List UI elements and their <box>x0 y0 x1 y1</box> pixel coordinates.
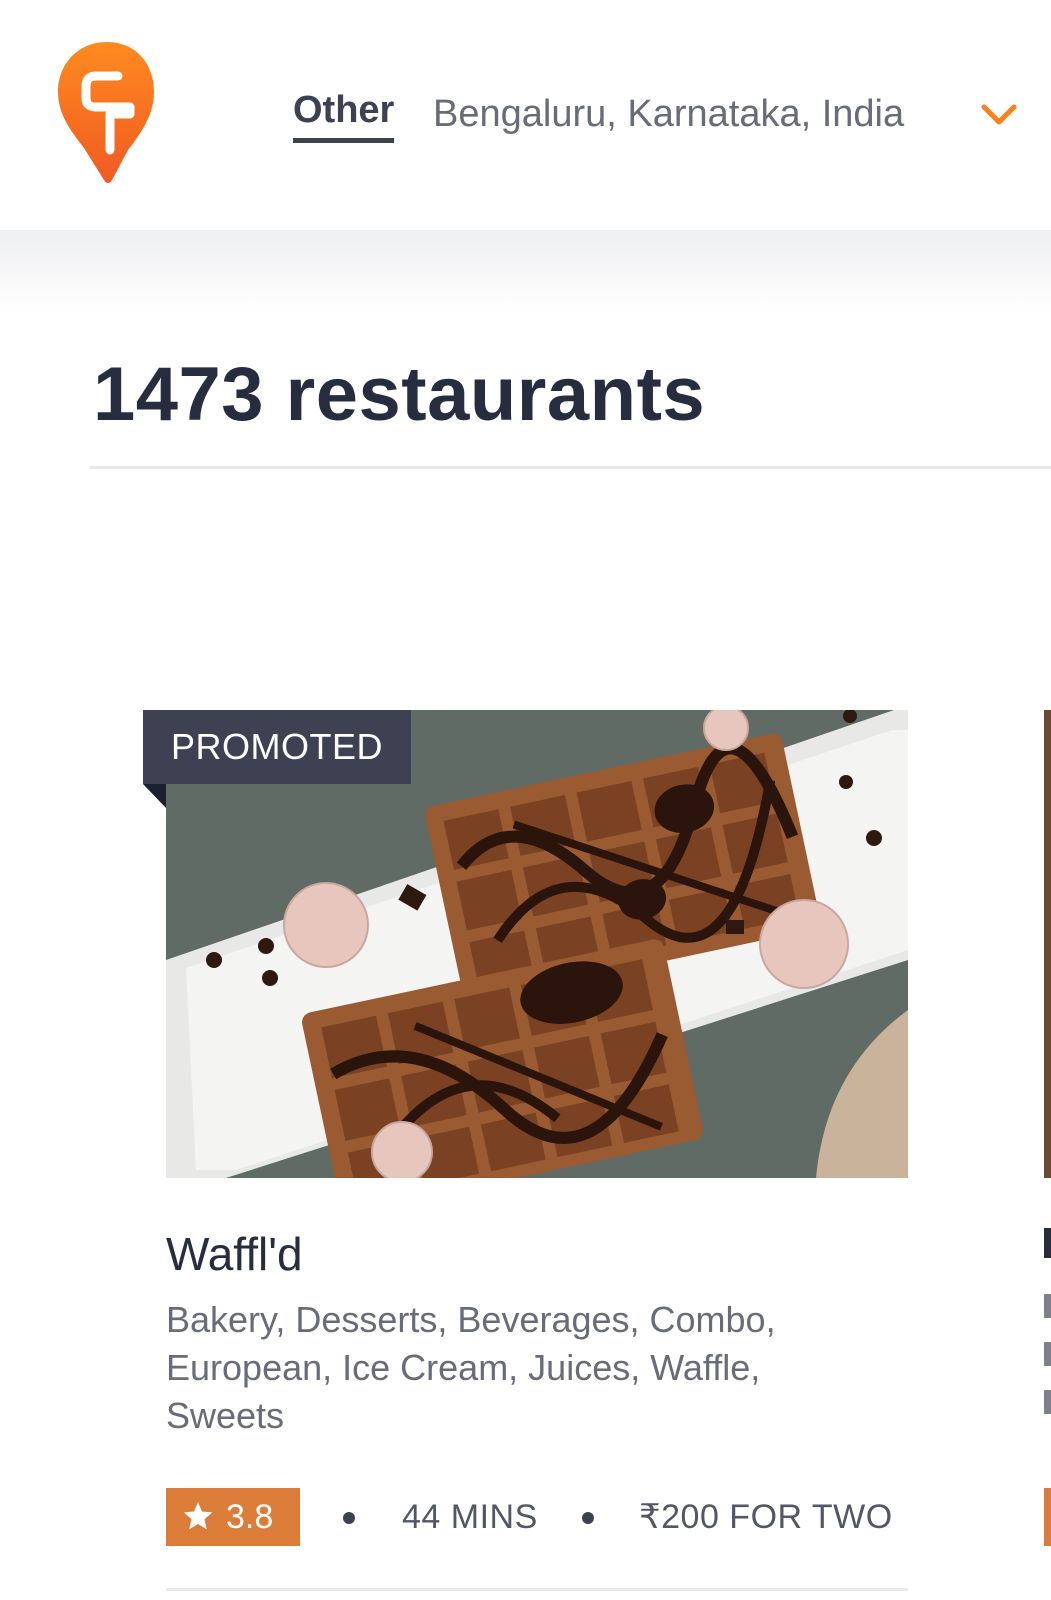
restaurant-count-title: 1473 restaurants <box>93 352 706 437</box>
next-restaurant-image[interactable] <box>1044 710 1051 1178</box>
separator-dot <box>343 1512 355 1524</box>
restaurant-cuisines: Bakery, Desserts, Beverages, Combo, Euro… <box>166 1299 776 1436</box>
top-header: Other Bengaluru, Karnataka, India <box>0 0 1051 230</box>
next-restaurant-cuisines <box>1044 1390 1051 1414</box>
delivery-time: 44 MINS <box>402 1498 538 1536</box>
next-rating-badge <box>1044 1488 1051 1546</box>
location-address[interactable]: Bengaluru, Karnataka, India <box>433 92 904 136</box>
swiggy-logo-icon[interactable] <box>56 40 158 188</box>
cost-for-two: ₹200 FOR TWO <box>639 1498 893 1536</box>
location-type-label[interactable]: Other <box>293 88 395 143</box>
restaurant-name[interactable]: Waffl'd <box>166 1226 303 1282</box>
star-icon <box>183 1502 213 1530</box>
promoted-badge-fold <box>143 784 166 808</box>
rating-badge: 3.8 <box>166 1488 300 1546</box>
next-restaurant-name[interactable] <box>1044 1228 1051 1258</box>
restaurant-meta: 3.8 44 MINS ₹200 FOR TWO <box>166 1488 906 1546</box>
card-divider <box>166 1588 908 1591</box>
restaurant-card[interactable]: PROMOTED Waffl'd Bakery, Desserts, Bever… <box>143 708 909 1600</box>
section-divider <box>90 466 1051 469</box>
rating-value: 3.8 <box>226 1498 274 1536</box>
next-restaurant-cuisines <box>1044 1342 1051 1366</box>
header-shadow <box>0 230 1051 310</box>
promoted-badge: PROMOTED <box>143 710 412 784</box>
separator-dot <box>582 1512 594 1524</box>
next-restaurant-cuisines <box>1044 1294 1051 1318</box>
chevron-down-icon[interactable] <box>980 101 1018 129</box>
